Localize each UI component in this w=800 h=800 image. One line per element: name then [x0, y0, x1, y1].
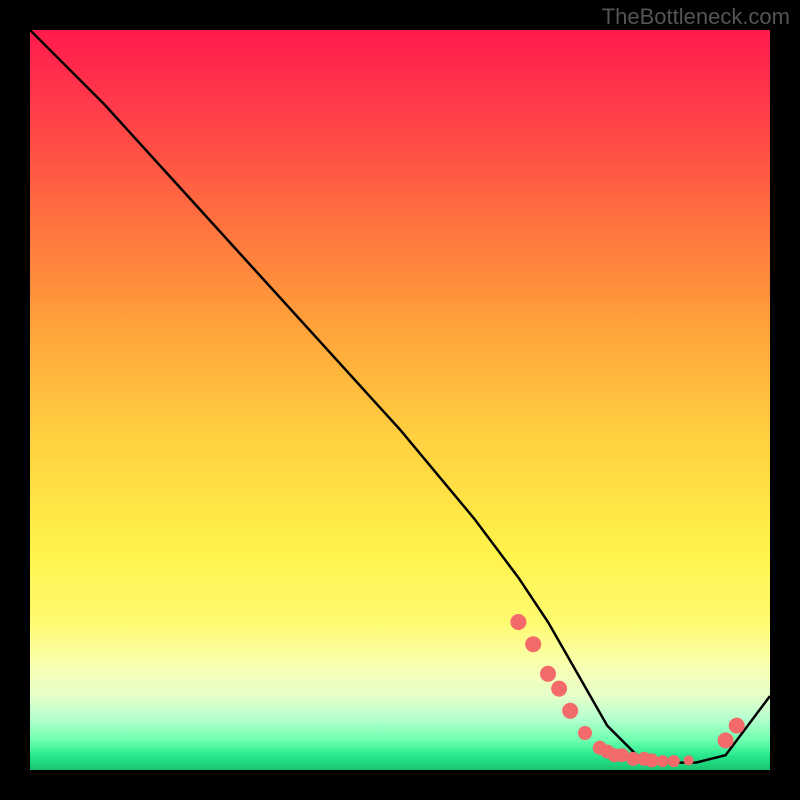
curve-line	[30, 30, 770, 763]
plot-area	[30, 30, 770, 770]
watermark-text: TheBottleneck.com	[602, 4, 790, 30]
data-marker	[684, 755, 694, 765]
data-marker	[578, 726, 592, 740]
data-marker	[562, 703, 578, 719]
data-marker	[657, 755, 669, 767]
data-marker	[645, 753, 659, 767]
data-marker	[525, 636, 541, 652]
data-marker	[668, 755, 680, 767]
data-marker	[551, 681, 567, 697]
data-marker	[729, 718, 745, 734]
data-marker	[540, 666, 556, 682]
data-marker	[510, 614, 526, 630]
curve-svg	[30, 30, 770, 770]
chart-frame: TheBottleneck.com	[0, 0, 800, 800]
data-marker	[718, 732, 734, 748]
